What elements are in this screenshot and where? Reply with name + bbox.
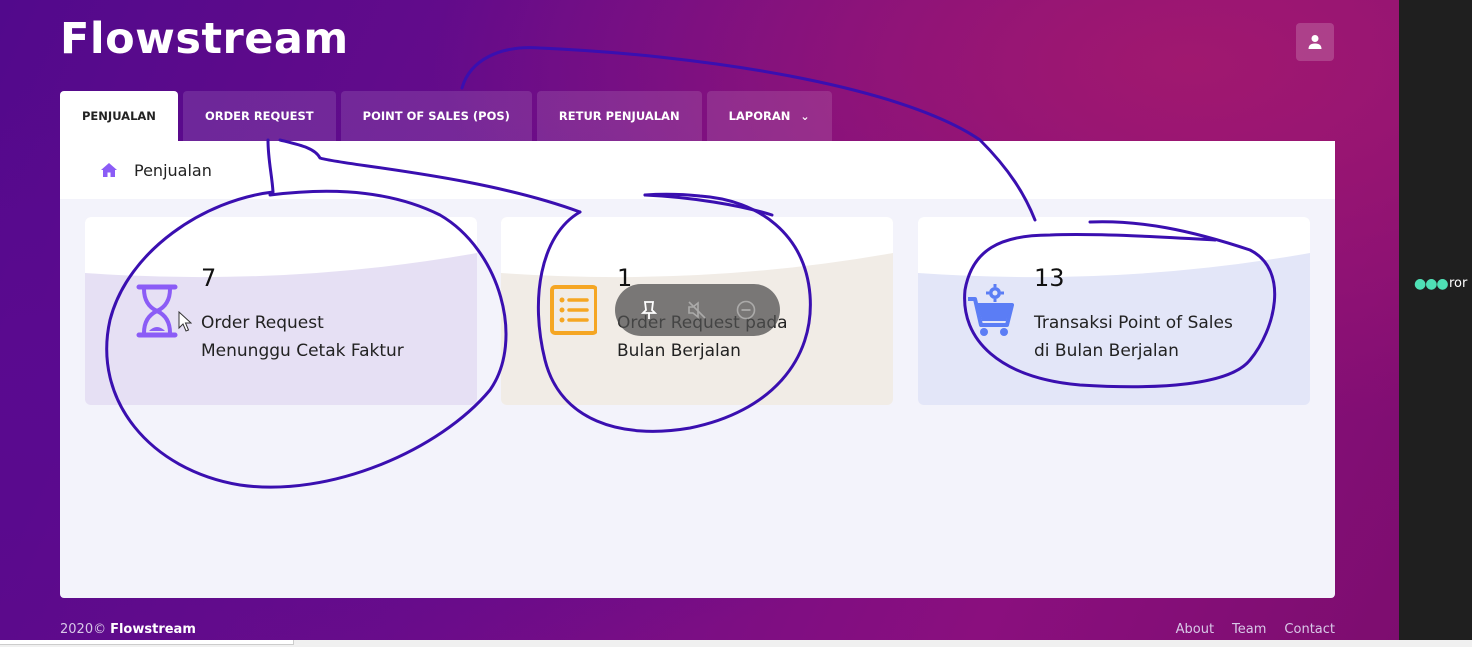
- brand-title: Flowstream: [60, 14, 349, 64]
- hourglass-icon: [136, 284, 178, 338]
- footer-link-contact[interactable]: Contact: [1284, 622, 1335, 637]
- stat-label-line2: di Bulan Berjalan: [1034, 341, 1179, 361]
- stat-label-line2: Bulan Berjalan: [617, 341, 741, 361]
- stat-label-line1: Transaksi Point of Sales: [1034, 313, 1233, 333]
- breadcrumb: Penjualan: [60, 141, 1335, 199]
- stat-label-line2: Menunggu Cetak Faktur: [201, 341, 404, 361]
- tab-label: PENJUALAN: [82, 109, 156, 123]
- user-icon: [1308, 35, 1322, 49]
- mute-icon[interactable]: [686, 299, 708, 321]
- cart-gear-icon: [968, 284, 1014, 336]
- more-icon[interactable]: ●●●: [1414, 276, 1449, 292]
- footer-links: About Team Contact: [1176, 622, 1335, 637]
- stat-label-line1: Order Request: [201, 313, 324, 333]
- card-wave: [918, 217, 1310, 278]
- side-panel: ●●● ror: [1399, 0, 1472, 640]
- stat-count: 13: [1034, 264, 1065, 292]
- list-icon: [550, 285, 597, 335]
- user-menu-button[interactable]: [1296, 23, 1334, 61]
- stat-count: 7: [201, 264, 217, 292]
- main-tabs: PENJUALAN ORDER REQUEST POINT OF SALES (…: [60, 91, 837, 141]
- content-panel: Penjualan 7 Order Request Menunggu Cetak…: [60, 141, 1335, 598]
- chevron-down-icon: ⌄: [800, 109, 810, 123]
- footer-link-team[interactable]: Team: [1232, 622, 1266, 637]
- stat-card-order-request-pending[interactable]: 7 Order Request Menunggu Cetak Faktur: [85, 217, 477, 405]
- tab-penjualan[interactable]: PENJUALAN: [60, 91, 178, 141]
- pin-icon[interactable]: [638, 299, 660, 321]
- breadcrumb-current[interactable]: Penjualan: [134, 161, 212, 180]
- media-controls: [615, 284, 780, 336]
- stat-label: Transaksi Point of Sales di Bulan Berjal…: [1034, 309, 1304, 365]
- home-icon[interactable]: [100, 162, 118, 178]
- mouse-cursor-icon: [178, 311, 192, 332]
- minus-circle-icon[interactable]: [735, 299, 757, 321]
- footer-copyright: 2020© Flowstream: [60, 622, 196, 637]
- stat-label: Order Request Menunggu Cetak Faktur: [201, 309, 471, 365]
- tab-label: POINT OF SALES (POS): [362, 109, 510, 123]
- tab-retur-penjualan[interactable]: RETUR PENJUALAN: [536, 91, 702, 141]
- side-panel-text: ror: [1449, 276, 1468, 291]
- status-bar: [0, 640, 294, 645]
- tab-label: RETUR PENJUALAN: [558, 109, 680, 123]
- card-wave: [501, 217, 893, 278]
- tab-label: ORDER REQUEST: [204, 109, 314, 123]
- stat-card-pos-transactions[interactable]: 13 Transaksi Point of Sales di Bulan Ber…: [918, 217, 1310, 405]
- tab-laporan[interactable]: LAPORAN ⌄: [706, 91, 832, 141]
- footer-brand[interactable]: Flowstream: [110, 622, 196, 637]
- card-wave: [85, 217, 477, 278]
- footer-year: 2020©: [60, 622, 107, 637]
- tab-order-request[interactable]: ORDER REQUEST: [182, 91, 336, 141]
- bottom-strip: [0, 640, 1472, 647]
- tab-label: LAPORAN: [728, 109, 791, 123]
- footer-link-about[interactable]: About: [1176, 622, 1214, 637]
- tab-point-of-sales[interactable]: POINT OF SALES (POS): [340, 91, 532, 141]
